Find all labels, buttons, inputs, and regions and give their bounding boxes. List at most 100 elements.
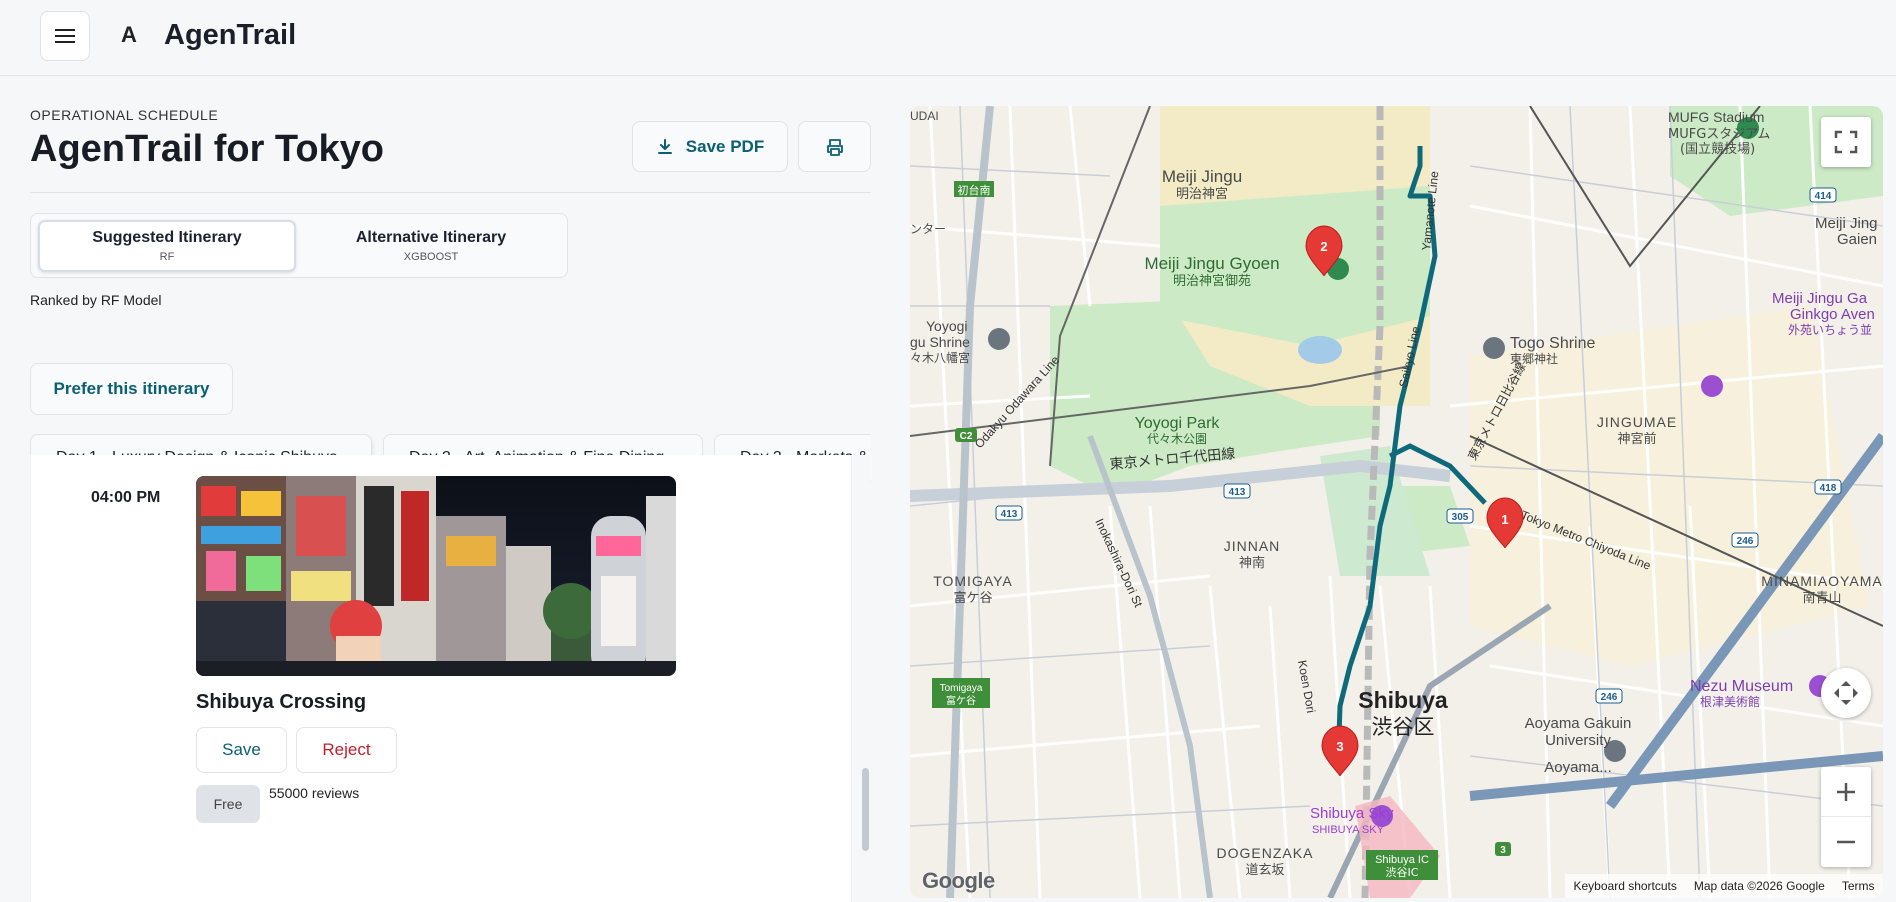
- header-divider: [30, 192, 871, 193]
- reject-activity-button[interactable]: Reject: [296, 727, 397, 773]
- route-shield-418: 418: [1820, 483, 1837, 494]
- map-label-dogenzaka-jp: 道玄坂: [1245, 863, 1284, 878]
- save-activity-button[interactable]: Save: [196, 727, 287, 773]
- marker-1-label: 1: [1501, 512, 1508, 527]
- map-label-yoyogi-shrine-jp: 々木八幡宮: [910, 350, 970, 365]
- map-label-jinnan: JINNAN: [1224, 538, 1281, 554]
- option-model: XGBOOST: [403, 251, 459, 263]
- activity-time: 04:00 PM: [91, 489, 161, 506]
- route-shield-c2: C2: [960, 431, 973, 442]
- map-label-gaien2: Gaien: [1837, 231, 1877, 248]
- map-canvas[interactable]: 413 413 414 418 246 246 305 C2 3 初台南 Tom…: [910, 106, 1883, 898]
- map-label-mufg-jp2: (国立競技場): [1680, 142, 1755, 157]
- map-label-nezu: Nezu Museum: [1690, 678, 1793, 695]
- shibuya-ic-label: Shibuya IC: [1375, 854, 1429, 866]
- map-label-gyoen-jp: 明治神宮御苑: [1173, 273, 1251, 289]
- map-label-jingumae: JINGUMAE: [1597, 414, 1677, 430]
- menu-button[interactable]: [40, 11, 90, 61]
- map-attribution: Keyboard shortcuts Map data ©2026 Google…: [1565, 874, 1883, 898]
- brand-name[interactable]: AgenTrail: [164, 19, 296, 52]
- route-map[interactable]: 413 413 414 418 246 246 305 C2 3 初台南 Tom…: [910, 106, 1883, 898]
- map-label-shibuya-jp: 渋谷区: [1372, 715, 1435, 739]
- terms-link[interactable]: Terms: [1842, 879, 1875, 893]
- route-shield-3: 3: [1500, 845, 1506, 856]
- map-label-meiji-jingu: Meiji Jingu: [1162, 167, 1242, 186]
- ranked-by-text: Ranked by RF Model: [30, 292, 162, 308]
- yoyogi-shrine-poi-icon: [988, 328, 1010, 350]
- page-eyebrow: OPERATIONAL SCHEDULE: [30, 107, 219, 123]
- map-label-aoyama2: University: [1545, 732, 1611, 749]
- hatsudai-label: 初台南: [958, 183, 991, 197]
- map-label-shibuya: Shibuya: [1358, 687, 1448, 713]
- map-label-tomigaya: TOMIGAYA: [933, 573, 1013, 589]
- keyboard-shortcuts-link[interactable]: Keyboard shortcuts: [1574, 879, 1677, 893]
- map-label-dogenzaka: DOGENZAKA: [1217, 845, 1314, 861]
- google-logo[interactable]: Google: [922, 868, 995, 894]
- map-label-ginkgo: Meiji Jingu Ga: [1772, 290, 1868, 307]
- option-label: Alternative Itinerary: [355, 229, 507, 246]
- map-label-yoyogi-shrine2: gu Shrine: [910, 334, 970, 350]
- marker-2-label: 2: [1320, 239, 1327, 254]
- price-badge: Free: [196, 785, 260, 823]
- zoom-out-button[interactable]: [1821, 817, 1871, 867]
- zoom-control: [1821, 767, 1871, 867]
- itinerary-toggle: Suggested Itinerary RF Alternative Itine…: [30, 213, 568, 278]
- map-label-yoyogi-park: Yoyogi Park: [1135, 415, 1221, 432]
- map-label-yoyogi-shrine: Yoyogi: [926, 318, 968, 334]
- download-icon: [657, 138, 672, 154]
- option-model: RF: [159, 251, 175, 263]
- activity-name: Shibuya Crossing: [196, 691, 367, 713]
- map-label-ginkgo2: Ginkgo Aven: [1790, 306, 1875, 323]
- map-label-aoyama3: Aoyama...: [1544, 759, 1612, 776]
- map-label-minamiaoyama-jp: 南青山: [1802, 590, 1841, 606]
- map-label-center: ンター: [910, 222, 946, 236]
- map-label-yoyogi-park-jp: 代々木公園: [1147, 432, 1207, 446]
- map-label-minamiaoyama: MINAMIAOYAMA: [1761, 573, 1882, 589]
- activity-card: 04:00 PM Shibuya Crossing Save Reject Fr…: [30, 455, 852, 902]
- tomigaya-station-label: Tomigaya: [940, 683, 983, 694]
- map-label-mufg-jp: MUFGスタジアム: [1668, 127, 1770, 142]
- route-shield-413a: 413: [1229, 487, 1246, 498]
- minus-icon: [1837, 840, 1855, 844]
- map-label-ginkgo-jp: 外苑いちょう並: [1788, 323, 1872, 337]
- camera-control-button[interactable]: [1821, 668, 1871, 718]
- pan-arrows-icon: [1834, 681, 1858, 705]
- activity-scrollbar-thumb[interactable]: [862, 768, 869, 851]
- save-pdf-label: Save PDF: [685, 136, 765, 156]
- tomigaya-station-label-jp: 富ケ谷: [946, 694, 976, 707]
- save-pdf-button[interactable]: Save PDF: [632, 121, 788, 172]
- suggested-itinerary-option[interactable]: Suggested Itinerary RF: [38, 220, 296, 272]
- printer-icon: [826, 138, 843, 156]
- map-label-gaien: Meiji Jing: [1815, 215, 1878, 232]
- fullscreen-button[interactable]: [1821, 117, 1871, 167]
- shibuya-photo-illustration: [196, 476, 676, 676]
- top-bar: A AgenTrail: [0, 0, 1896, 76]
- route-shield-305: 305: [1452, 512, 1469, 523]
- map-label-gyoen: Meiji Jingu Gyoen: [1144, 254, 1279, 273]
- logo-icon: A: [121, 22, 137, 47]
- shibuya-ic-label-jp: 渋谷IC: [1386, 866, 1419, 879]
- map-label-shibuya-sky-jp: SHIBUYA SKY: [1312, 824, 1385, 836]
- map-label-jingumae-jp: 神宮前: [1617, 431, 1656, 447]
- review-count: 55000 reviews: [269, 785, 360, 801]
- activity-photo[interactable]: [196, 476, 676, 676]
- fullscreen-icon: [1834, 130, 1858, 154]
- route-shield-246a: 246: [1737, 536, 1754, 547]
- map-label-nezu-jp: 根津美術館: [1700, 694, 1760, 709]
- togo-shrine-poi-icon: [1483, 337, 1505, 359]
- prefer-itinerary-button[interactable]: Prefer this itinerary: [30, 363, 233, 415]
- plus-icon: [1837, 782, 1855, 801]
- print-button[interactable]: [798, 121, 871, 172]
- map-data-text: Map data ©2026 Google: [1693, 879, 1825, 893]
- option-label: Suggested Itinerary: [92, 229, 242, 246]
- map-label-shibuya-sky: Shibuya Sky: [1310, 805, 1394, 822]
- map-label-mufg: MUFG Stadium: [1668, 109, 1764, 125]
- map-label-jinnan-jp: 神南: [1239, 555, 1265, 571]
- map-label-togo: Togo Shrine: [1510, 335, 1595, 352]
- map-label-aoyama: Aoyama Gakuin: [1525, 715, 1632, 732]
- route-shield-413b: 413: [1001, 509, 1018, 520]
- map-label-udai: UDAI: [910, 109, 939, 123]
- marker-3-label: 3: [1336, 739, 1343, 754]
- alternative-itinerary-option[interactable]: Alternative Itinerary XGBOOST: [301, 220, 561, 272]
- zoom-in-button[interactable]: [1821, 767, 1871, 817]
